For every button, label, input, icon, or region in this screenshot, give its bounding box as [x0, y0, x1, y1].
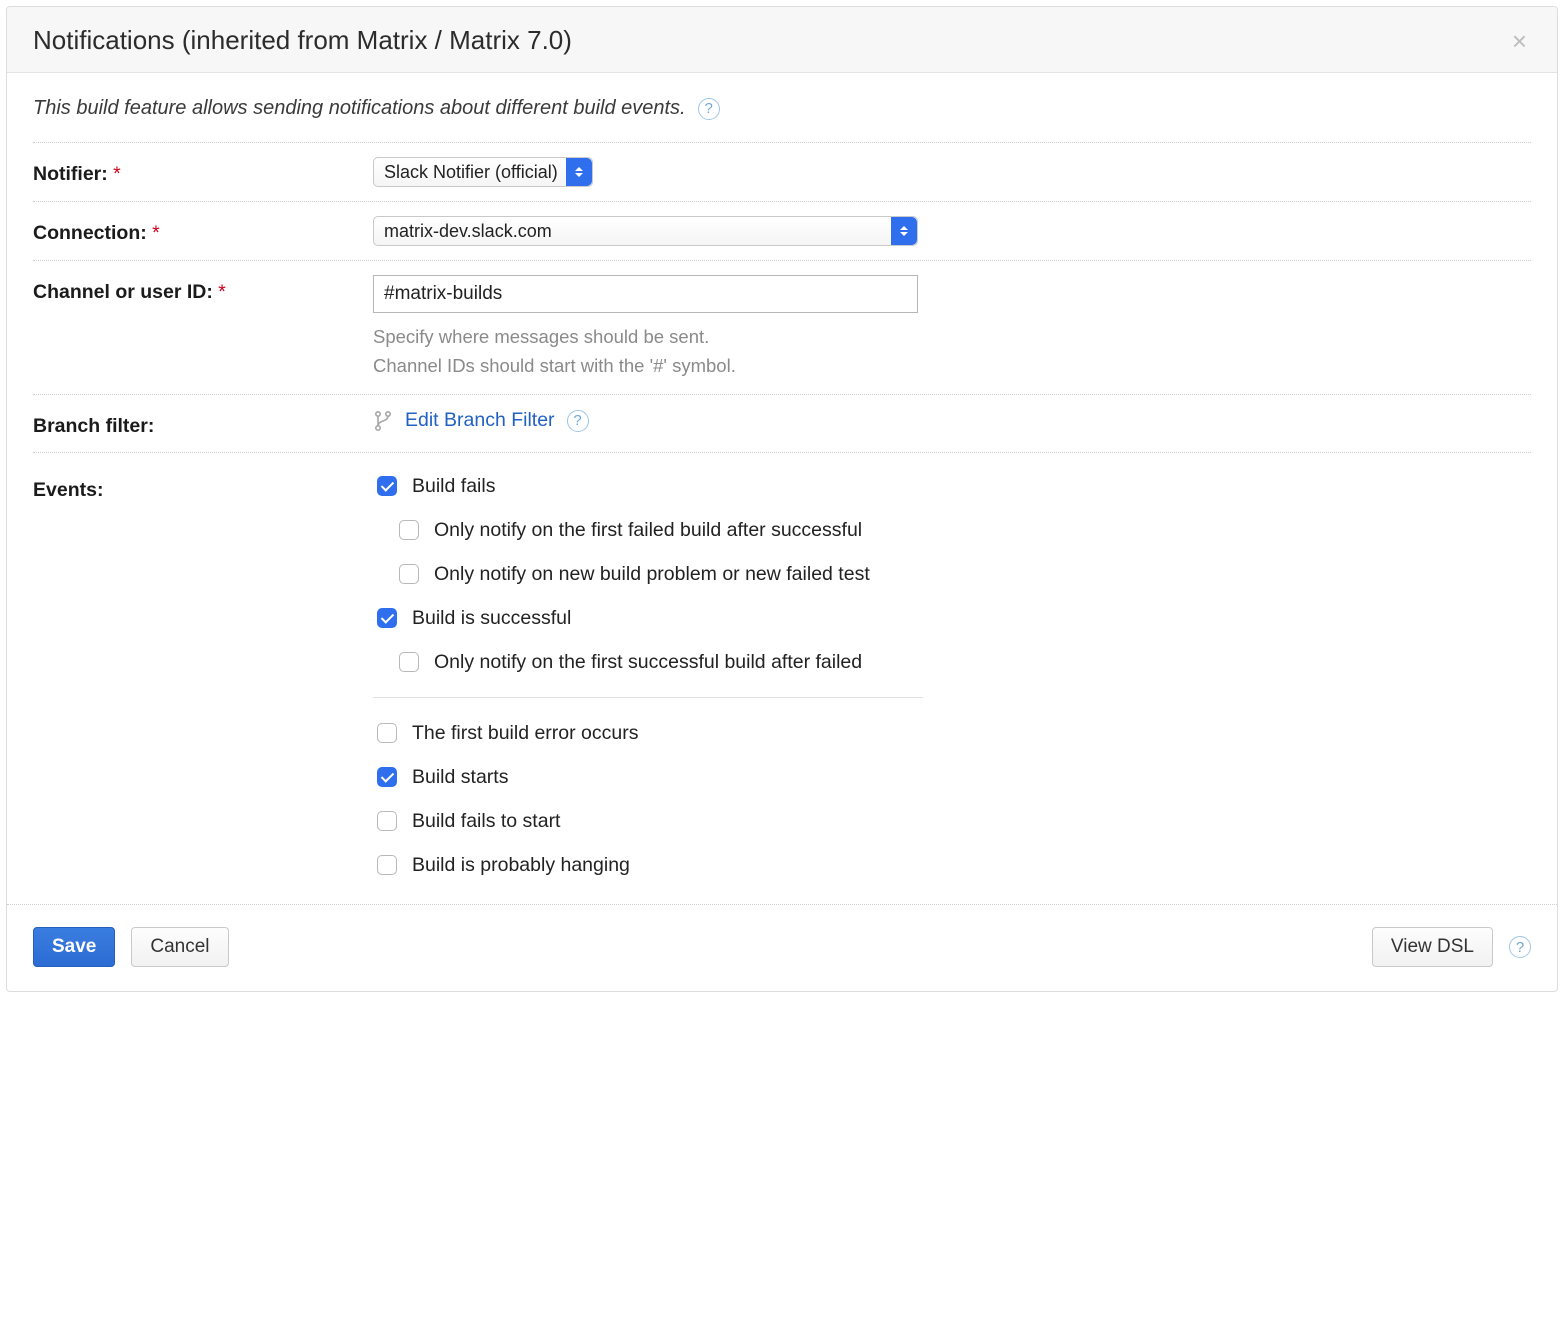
event-label[interactable]: Build fails to start: [412, 810, 560, 833]
event-checkbox[interactable]: [377, 608, 397, 628]
event-checkbox[interactable]: [399, 520, 419, 540]
connection-select-value: matrix-dev.slack.com: [384, 221, 552, 242]
events-label: Events:: [33, 473, 373, 502]
event-checkbox[interactable]: [377, 855, 397, 875]
view-dsl-button[interactable]: View DSL: [1372, 927, 1493, 967]
event-item: Build is successful: [373, 605, 923, 631]
channel-hint: Specify where messages should be sent. C…: [373, 323, 1531, 380]
event-checkbox[interactable]: [399, 652, 419, 672]
event-label[interactable]: Build starts: [412, 766, 508, 789]
event-item: Build starts: [373, 764, 923, 790]
chevron-updown-icon: [891, 217, 917, 245]
event-label[interactable]: Build is probably hanging: [412, 854, 630, 877]
event-checkbox[interactable]: [377, 767, 397, 787]
cancel-button[interactable]: Cancel: [131, 927, 228, 967]
event-item: Build is probably hanging: [373, 852, 923, 878]
channel-label: Channel or user ID: *: [33, 275, 373, 304]
help-icon[interactable]: ?: [567, 410, 589, 432]
close-icon[interactable]: ×: [1508, 28, 1531, 54]
branch-filter-label: Branch filter:: [33, 409, 373, 438]
event-label[interactable]: Only notify on the first successful buil…: [434, 651, 862, 674]
notifier-label: Notifier: *: [33, 157, 373, 186]
events-divider: [373, 697, 923, 698]
notifications-dialog: Notifications (inherited from Matrix / M…: [6, 6, 1558, 992]
notifier-select[interactable]: Slack Notifier (official): [373, 157, 593, 187]
connection-select[interactable]: matrix-dev.slack.com: [373, 216, 918, 246]
event-item: Only notify on the first failed build af…: [395, 517, 923, 543]
events-list: Build fails Only notify on the first fail…: [373, 473, 923, 878]
event-checkbox[interactable]: [377, 811, 397, 831]
notifier-row: Notifier: * Slack Notifier (official): [33, 143, 1531, 202]
event-label[interactable]: Only notify on new build problem or new …: [434, 563, 870, 586]
dialog-header: Notifications (inherited from Matrix / M…: [7, 7, 1557, 73]
event-checkbox[interactable]: [377, 476, 397, 496]
event-item: Build fails to start: [373, 808, 923, 834]
event-label[interactable]: Build is successful: [412, 607, 571, 630]
dialog-title: Notifications (inherited from Matrix / M…: [33, 25, 572, 56]
event-label[interactable]: The first build error occurs: [412, 722, 639, 745]
intro-text: This build feature allows sending notifi…: [33, 97, 686, 120]
event-item: Only notify on new build problem or new …: [395, 561, 923, 587]
branch-filter-row: Branch filter: Edit Branch Filter ?: [33, 395, 1531, 453]
event-checkbox[interactable]: [399, 564, 419, 584]
events-row: Events: Build fails Only notify on the fi…: [33, 453, 1531, 892]
event-item: Only notify on the first successful buil…: [395, 649, 923, 675]
branch-icon: [373, 410, 393, 432]
event-item: Build fails: [373, 473, 923, 499]
event-checkbox[interactable]: [377, 723, 397, 743]
help-icon[interactable]: ?: [1509, 936, 1531, 958]
event-item: The first build error occurs: [373, 720, 923, 746]
intro-row: This build feature allows sending notifi…: [33, 97, 1531, 143]
connection-row: Connection: * matrix-dev.slack.com: [33, 202, 1531, 261]
dialog-footer: Save Cancel View DSL ?: [7, 904, 1557, 991]
event-label[interactable]: Build fails: [412, 475, 495, 498]
chevron-updown-icon: [566, 158, 592, 186]
channel-row: Channel or user ID: * Specify where mess…: [33, 261, 1531, 395]
connection-label: Connection: *: [33, 216, 373, 245]
edit-branch-filter-link[interactable]: Edit Branch Filter: [405, 409, 555, 432]
notifier-select-value: Slack Notifier (official): [384, 162, 558, 183]
dialog-body: This build feature allows sending notifi…: [7, 73, 1557, 904]
help-icon[interactable]: ?: [698, 98, 720, 120]
save-button[interactable]: Save: [33, 927, 115, 967]
event-label[interactable]: Only notify on the first failed build af…: [434, 519, 862, 542]
channel-input[interactable]: [373, 275, 918, 313]
